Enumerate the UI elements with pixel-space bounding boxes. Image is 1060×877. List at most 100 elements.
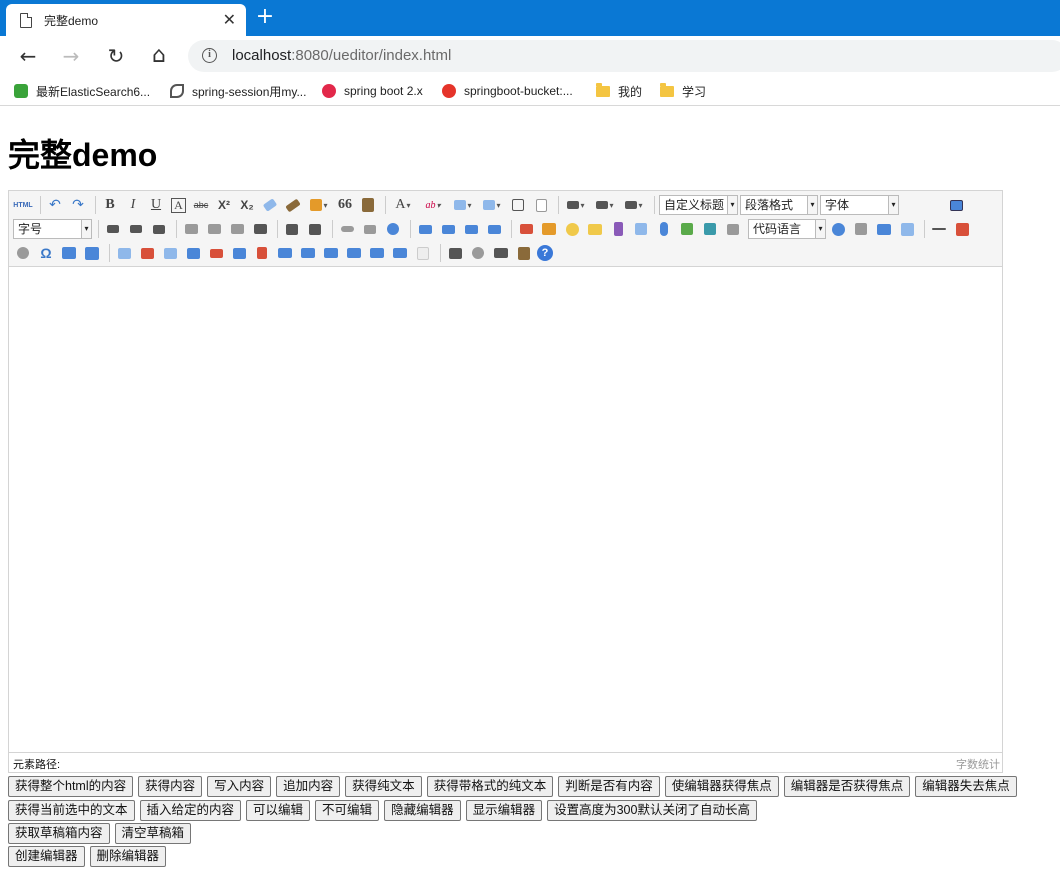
set-blur-button[interactable]: 编辑器失去焦点 xyxy=(915,776,1017,797)
webapp-icon[interactable] xyxy=(828,219,848,239)
set-disabled-button[interactable]: 不可编辑 xyxy=(315,800,380,821)
align-justify-icon[interactable] xyxy=(250,219,270,239)
split-to-cells-icon[interactable] xyxy=(344,243,364,263)
merge-down-icon[interactable] xyxy=(321,243,341,263)
insert-table-icon[interactable] xyxy=(114,243,134,263)
delete-row-icon[interactable] xyxy=(206,243,226,263)
insert-row-icon[interactable] xyxy=(183,243,203,263)
bold-button[interactable]: B xyxy=(100,195,120,215)
get-selected-text-button[interactable]: 获得当前选中的文本 xyxy=(8,800,135,821)
link-icon[interactable] xyxy=(337,219,357,239)
superscript-button[interactable]: X² xyxy=(214,195,234,215)
scrawl-icon[interactable] xyxy=(585,219,605,239)
eraser-icon[interactable] xyxy=(260,195,280,215)
bookmark-folder[interactable]: 我的 xyxy=(596,81,642,101)
source-html-button[interactable]: HTML xyxy=(13,195,33,215)
forward-icon[interactable]: → xyxy=(58,43,84,69)
emotion-icon[interactable] xyxy=(562,219,582,239)
drafts-icon[interactable] xyxy=(514,243,534,263)
delete-table-icon[interactable] xyxy=(137,243,157,263)
address-bar[interactable]: i localhost:8080/ueditor/index.html xyxy=(188,40,1060,72)
select-all-icon[interactable] xyxy=(508,195,528,215)
help-icon[interactable]: ? xyxy=(537,245,553,261)
word-image-icon[interactable] xyxy=(82,243,102,263)
merge-cells-icon[interactable] xyxy=(275,243,295,263)
is-focus-button[interactable]: 编辑器是否获得焦点 xyxy=(783,776,911,797)
touppercase-icon[interactable] xyxy=(282,219,302,239)
special-chars-button[interactable]: Ω xyxy=(36,243,56,263)
bookmark-folder[interactable]: 学习 xyxy=(660,81,706,101)
bookmark-item[interactable]: spring-session用my... xyxy=(170,81,306,101)
unlink-icon[interactable] xyxy=(360,219,380,239)
get-formatted-plain-text-button[interactable]: 获得带格式的纯文本 xyxy=(426,776,554,797)
font-border-button[interactable]: A xyxy=(171,197,186,213)
preview-icon[interactable] xyxy=(468,243,488,263)
info-icon[interactable]: i xyxy=(202,48,217,63)
set-enabled-button[interactable]: 可以编辑 xyxy=(246,800,311,821)
merge-right-icon[interactable] xyxy=(298,243,318,263)
insert-given-content-button[interactable]: 插入给定的内容 xyxy=(139,800,242,821)
set-height-button[interactable]: 设置高度为300默认关闭了自动长高 xyxy=(547,800,757,821)
hide-editor-button[interactable]: 隐藏编辑器 xyxy=(384,800,461,821)
insert-col-icon[interactable] xyxy=(229,243,249,263)
get-all-html-button[interactable]: 获得整个html的内容 xyxy=(8,776,134,797)
insert-video-icon[interactable] xyxy=(608,219,628,239)
undo-icon[interactable]: ↶ xyxy=(45,195,65,215)
auto-typeset-icon[interactable] xyxy=(306,195,332,215)
backcolor-button[interactable]: ab xyxy=(419,195,447,215)
direction-rtl-icon[interactable] xyxy=(126,219,146,239)
editor-content-area[interactable] xyxy=(9,268,1002,752)
redo-icon[interactable]: ↷ xyxy=(68,195,88,215)
row-spacing-bottom-icon[interactable] xyxy=(592,195,618,215)
delete-col-icon[interactable] xyxy=(252,243,272,263)
clear-doc-icon[interactable] xyxy=(531,195,551,215)
tolowercase-icon[interactable] xyxy=(305,219,325,239)
split-to-cols-icon[interactable] xyxy=(390,243,410,263)
set-content-button[interactable]: 写入内容 xyxy=(207,776,272,797)
gmap-icon[interactable] xyxy=(700,219,720,239)
insert-frame-icon[interactable] xyxy=(723,219,743,239)
close-icon[interactable]: ✕ xyxy=(223,10,236,30)
print-icon[interactable] xyxy=(445,243,465,263)
fullscreen-icon[interactable] xyxy=(946,195,966,215)
underline-button[interactable]: U xyxy=(146,195,166,215)
search-replace-icon[interactable] xyxy=(59,243,79,263)
font-size-select[interactable]: 字号 xyxy=(13,219,92,239)
custom-title-select[interactable]: 自定义标题 xyxy=(659,195,738,215)
insert-image-icon[interactable] xyxy=(539,219,559,239)
bookmark-item[interactable]: springboot-bucket:... xyxy=(442,81,573,101)
unordered-list-icon[interactable] xyxy=(479,195,505,215)
create-editor-button[interactable]: 创建编辑器 xyxy=(8,846,85,867)
time-icon[interactable] xyxy=(13,243,33,263)
image-right-icon[interactable] xyxy=(461,219,481,239)
subscript-button[interactable]: X₂ xyxy=(237,195,257,215)
paste-plain-icon[interactable] xyxy=(358,195,378,215)
get-draft-button[interactable]: 获取草稿箱内容 xyxy=(8,823,110,844)
bookmark-item[interactable]: 最新ElasticSearch6... xyxy=(14,81,150,101)
forecolor-button[interactable]: A xyxy=(390,195,416,215)
back-icon[interactable]: ← xyxy=(15,43,41,69)
image-left-icon[interactable] xyxy=(438,219,458,239)
font-family-select[interactable]: 字体 xyxy=(820,195,899,215)
simple-upload-icon[interactable] xyxy=(516,219,536,239)
strikethrough-button[interactable]: abc xyxy=(191,195,211,215)
attachment-icon[interactable] xyxy=(654,219,674,239)
direction-ltr-icon[interactable] xyxy=(103,219,123,239)
paragraph-select[interactable]: 段落格式 xyxy=(740,195,818,215)
image-none-icon[interactable] xyxy=(415,219,435,239)
ordered-list-icon[interactable] xyxy=(450,195,476,215)
code-language-select[interactable]: 代码语言 xyxy=(748,219,826,239)
format-brush-icon[interactable] xyxy=(283,195,303,215)
template-icon[interactable] xyxy=(874,219,894,239)
indent-icon[interactable] xyxy=(149,219,169,239)
charts-icon[interactable] xyxy=(413,243,433,263)
music-icon[interactable] xyxy=(631,219,651,239)
row-spacing-top-icon[interactable] xyxy=(563,195,589,215)
has-content-button[interactable]: 判断是否有内容 xyxy=(558,776,660,797)
browser-tab[interactable]: 完整demo ✕ xyxy=(6,4,246,36)
search-icon[interactable] xyxy=(491,243,511,263)
clear-draft-button[interactable]: 清空草稿箱 xyxy=(114,823,192,844)
date-icon[interactable] xyxy=(952,219,972,239)
get-plain-text-button[interactable]: 获得纯文本 xyxy=(345,776,422,797)
new-tab-button[interactable]: + xyxy=(254,4,276,30)
